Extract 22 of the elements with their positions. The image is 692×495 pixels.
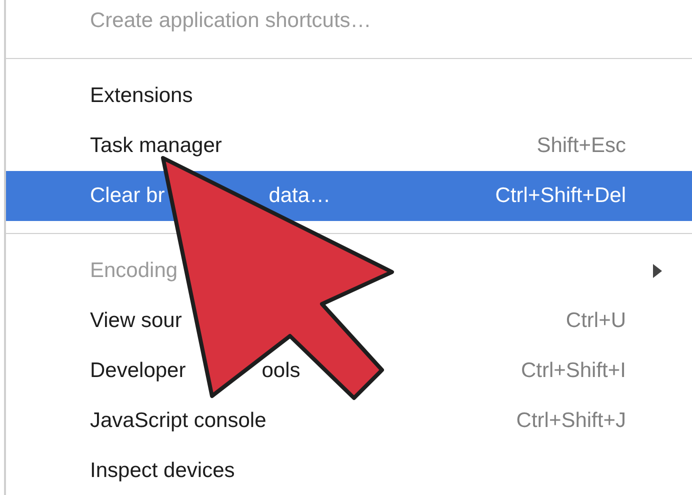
- menu-item[interactable]: Developer ools Ctrl+Shift+I: [6, 346, 692, 396]
- shortcut-label: Ctrl+U: [566, 309, 626, 333]
- menu-item-label: data…: [268, 184, 331, 208]
- menu-item[interactable]: JavaScript console Ctrl+Shift+J: [6, 396, 692, 446]
- menu-item-label: ools: [262, 359, 300, 383]
- menu-item-label: Extensions: [90, 84, 193, 108]
- menu-item[interactable]: Extensions: [6, 71, 692, 121]
- shortcut-label: Ctrl+Shift+J: [516, 409, 626, 433]
- menu-item-label: Developer: [90, 359, 186, 383]
- menu-item-label: JavaScript console: [90, 409, 266, 433]
- menu-item-label: View sour: [90, 309, 182, 333]
- menu-item-label: Inspect devices: [90, 459, 235, 483]
- shortcut-label: Shift+Esc: [536, 134, 626, 158]
- menu-item[interactable]: View sour Ctrl+U: [6, 296, 692, 346]
- menu-item[interactable]: Task manager Shift+Esc: [6, 121, 692, 171]
- shortcut-label: Ctrl+Shift+I: [520, 359, 626, 383]
- menu-item[interactable]: Inspect devices: [6, 446, 692, 495]
- menu-item-label: Create application shortcuts…: [90, 9, 372, 33]
- menu-item-label: Task manager: [90, 134, 222, 158]
- shortcut-label: Ctrl+Shift+Del: [495, 184, 626, 208]
- menu-item-label: Clear br: [90, 184, 165, 208]
- menu-item-label: Encoding: [90, 259, 178, 283]
